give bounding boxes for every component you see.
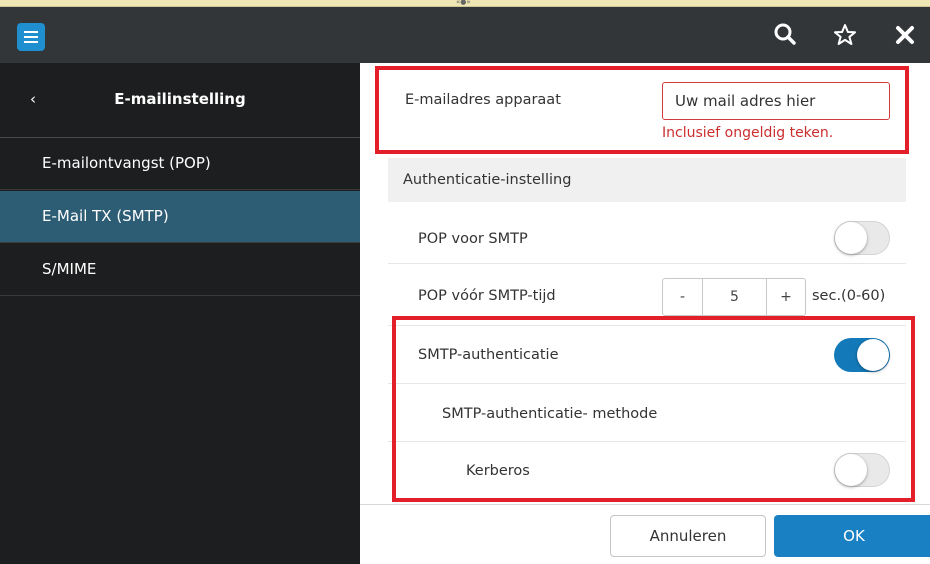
sidebar-header: E-mailinstelling ‹: [0, 63, 360, 138]
time-range-hint: sec.(0-60): [812, 288, 886, 304]
smtp-auth-highlight-box: [392, 316, 915, 502]
row-divider: [388, 263, 906, 264]
sidebar-item-smime[interactable]: S/MIME: [0, 244, 360, 296]
search-icon[interactable]: [770, 20, 800, 50]
increment-button[interactable]: +: [767, 279, 805, 315]
close-icon[interactable]: [890, 20, 920, 50]
time-value-input[interactable]: 5: [703, 279, 767, 315]
window-top-strip: «●»: [0, 0, 930, 7]
pop-smtp-time-stepper: - 5 +: [662, 278, 806, 316]
pop-before-smtp-toggle[interactable]: [834, 221, 890, 255]
footer-bar: Annuleren OK: [360, 504, 930, 564]
email-highlight-box: [375, 66, 909, 154]
back-chevron-icon[interactable]: ‹: [30, 90, 36, 108]
decrement-button[interactable]: -: [663, 279, 703, 315]
sidebar: E-mailinstelling ‹ E-mailontvangst (POP)…: [0, 63, 360, 564]
sidebar-item-smtp[interactable]: E-Mail TX (SMTP): [0, 191, 360, 243]
star-icon[interactable]: [830, 20, 860, 50]
pop-smtp-time-label: POP vóór SMTP-tijd: [418, 288, 556, 304]
ok-button[interactable]: OK: [774, 515, 930, 557]
handle-dots-icon: «●»: [456, 0, 471, 6]
sidebar-title: E-mailinstelling: [114, 90, 246, 108]
hamburger-menu-icon[interactable]: [17, 23, 45, 51]
sidebar-item-pop[interactable]: E-mailontvangst (POP): [0, 138, 360, 190]
pop-before-smtp-label: POP voor SMTP: [418, 231, 528, 247]
auth-section-heading: Authenticatie-instelling: [388, 158, 906, 202]
app-header: [0, 7, 930, 63]
cancel-button[interactable]: Annuleren: [610, 515, 766, 557]
